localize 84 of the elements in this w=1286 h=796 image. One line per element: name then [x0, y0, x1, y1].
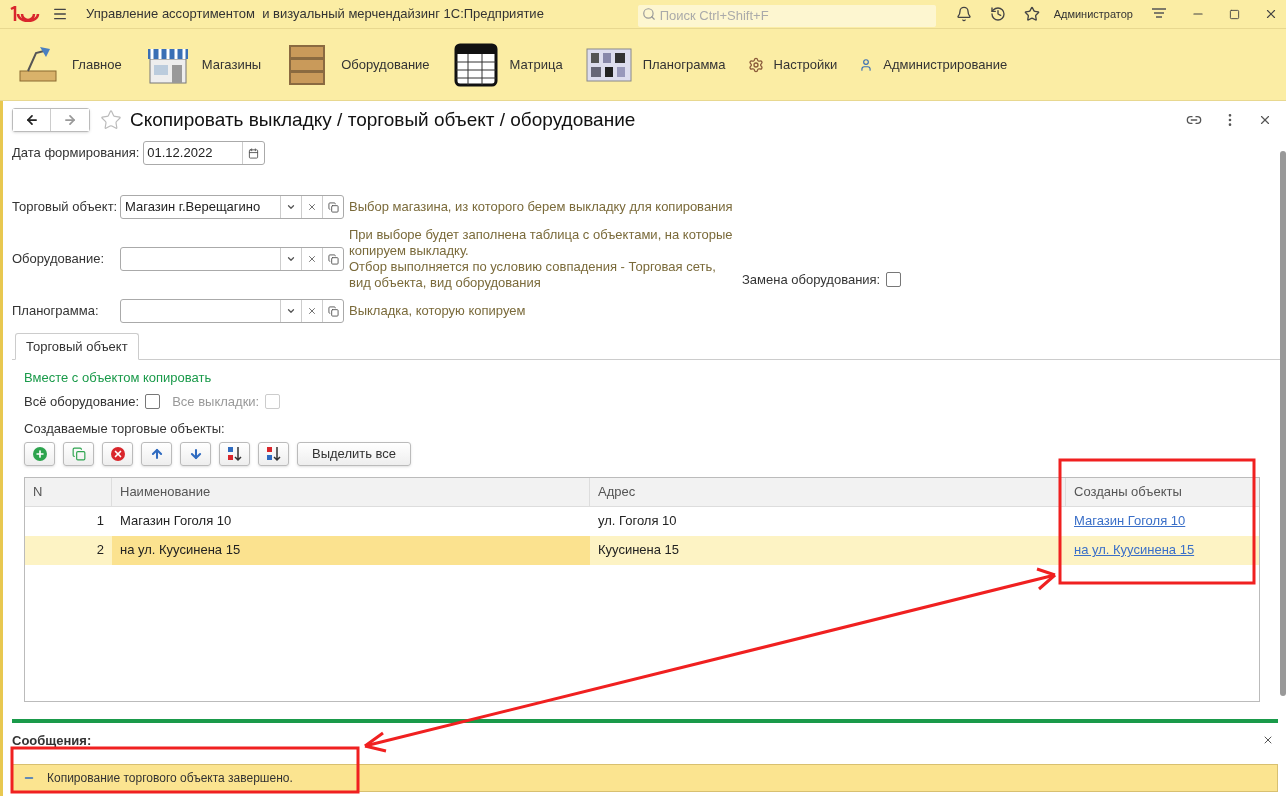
close-icon[interactable] [1264, 7, 1278, 21]
field-hint: Выбор магазина, из которого берем выкладку для копирования [349, 199, 733, 215]
created-object-link[interactable]: на ул. Куусинена 15 [1074, 540, 1195, 560]
copy-icon [71, 446, 86, 461]
message-item[interactable]: Копирование торгового объекта завершено. [12, 764, 1278, 792]
menu-icon[interactable] [52, 6, 68, 22]
option-label: Все выкладки: [172, 392, 260, 411]
field-hint: Выкладка, которую копируем [349, 303, 526, 319]
section-item[interactable]: Магазины [143, 42, 262, 87]
user-icon [859, 57, 874, 72]
toolbar-button[interactable] [141, 441, 172, 466]
section-item[interactable]: Администрирование [859, 54, 1008, 75]
sort-ascending-icon [226, 445, 243, 462]
table-cell-text: 1 [95, 512, 105, 531]
calendar-icon[interactable] [248, 147, 260, 159]
toolbar-button[interactable] [102, 441, 133, 466]
open-icon[interactable] [327, 201, 339, 213]
back-button[interactable] [13, 109, 51, 131]
toolbar-button[interactable] [219, 441, 250, 466]
dropdown-icon[interactable] [286, 202, 296, 212]
select-field[interactable] [120, 299, 344, 323]
section-item[interactable]: Оборудование [283, 42, 430, 87]
section-heading: Вместе с объектом копировать [24, 369, 213, 387]
column-header[interactable]: Созданы объекты [1066, 477, 1259, 506]
add-icon [32, 446, 47, 461]
table-cell: на ул. Куусинена 15 [112, 535, 590, 565]
field-label: Замена оборудования: [742, 271, 881, 289]
search-icon [641, 7, 656, 21]
toolbar-button[interactable] [24, 441, 55, 466]
date-field[interactable]: 01.12.2022 [143, 141, 266, 165]
section-item[interactable]: Матрица [451, 42, 563, 87]
field-label: Торговый объект: [12, 198, 119, 217]
forward-arrow-icon [63, 113, 77, 127]
toolbar-button[interactable] [258, 441, 289, 466]
search-field[interactable]: Поиск Ctrl+Shift+F [637, 4, 936, 27]
favorite-star-icon[interactable] [100, 109, 122, 131]
sort-descending-icon [265, 445, 282, 462]
notifications-icon[interactable] [955, 6, 972, 22]
clear-icon[interactable] [307, 254, 317, 264]
option-label: Всё оборудование: [24, 392, 140, 411]
clear-icon[interactable] [307, 306, 317, 316]
select-field[interactable] [120, 247, 344, 271]
open-icon[interactable] [327, 305, 339, 317]
history-icon[interactable] [989, 6, 1006, 22]
field-label: Планограмма: [12, 302, 100, 321]
settings-menu-icon[interactable] [1151, 7, 1167, 21]
user-name[interactable]: Администратор [1053, 5, 1133, 23]
form-title: Скопировать выкладку / торговый объект / оборудование [130, 107, 636, 132]
section-item[interactable]: Главное [14, 42, 122, 87]
field-label: Дата формирования: [12, 144, 140, 163]
option-checkbox[interactable] [145, 393, 161, 409]
messages-title: Сообщения: [12, 731, 92, 750]
table-cell-text: Куусинена 15 [597, 541, 681, 560]
clear-icon[interactable] [307, 202, 317, 212]
created-object-link[interactable]: Магазин Гоголя 10 [1074, 511, 1186, 531]
tab[interactable]: Торговый объект [15, 333, 139, 360]
column-header[interactable]: N [25, 477, 112, 506]
delete-icon [110, 446, 125, 461]
toolbar-button[interactable] [180, 441, 211, 466]
scrollbar[interactable] [1280, 151, 1286, 696]
app-logo-icon [8, 6, 42, 22]
open-icon[interactable] [327, 253, 339, 265]
select-all-button[interactable]: Выделить все [297, 441, 412, 466]
field-label: Оборудование: [12, 250, 106, 269]
maximize-icon[interactable] [1229, 8, 1240, 20]
replace-equipment-checkbox[interactable] [886, 272, 902, 288]
column-header[interactable]: Адрес [590, 477, 1066, 506]
close-form-icon[interactable] [1258, 113, 1272, 127]
table-row[interactable]: 2 на ул. Куусинена 15 Куусинена 15 на ул. Куусинена 15 [25, 535, 1259, 565]
dropdown-icon[interactable] [286, 254, 296, 264]
column-header[interactable]: Наименование [112, 477, 590, 506]
select-field[interactable]: Магазин г.Верещагино [120, 195, 344, 219]
toolbar-button[interactable] [63, 441, 94, 466]
favorites-star-icon[interactable] [1023, 6, 1040, 22]
section-item[interactable]: Планограмма [584, 42, 726, 87]
dropdown-icon[interactable] [286, 306, 296, 316]
table-cell-text: 2 [95, 541, 105, 560]
table-cell-text: ул. Гоголя 10 [597, 512, 678, 531]
section-item[interactable]: Настройки [747, 54, 838, 75]
settings-icon [747, 56, 764, 73]
field-hint: При выборе будет заполнена таблица с объектами, на которые копируем выкладку. Отбор выполняется по условию совпадения - Торговая сеть, вид объекта, вид оборудования [349, 227, 733, 291]
table-cell-text: Магазин Гоголя 10 [119, 512, 233, 531]
list-label: Создаваемые торговые объекты: [24, 420, 226, 438]
window-title: Управление ассортиментом и визуальный мерчендайзинг 1С:Предприятие [86, 5, 544, 24]
